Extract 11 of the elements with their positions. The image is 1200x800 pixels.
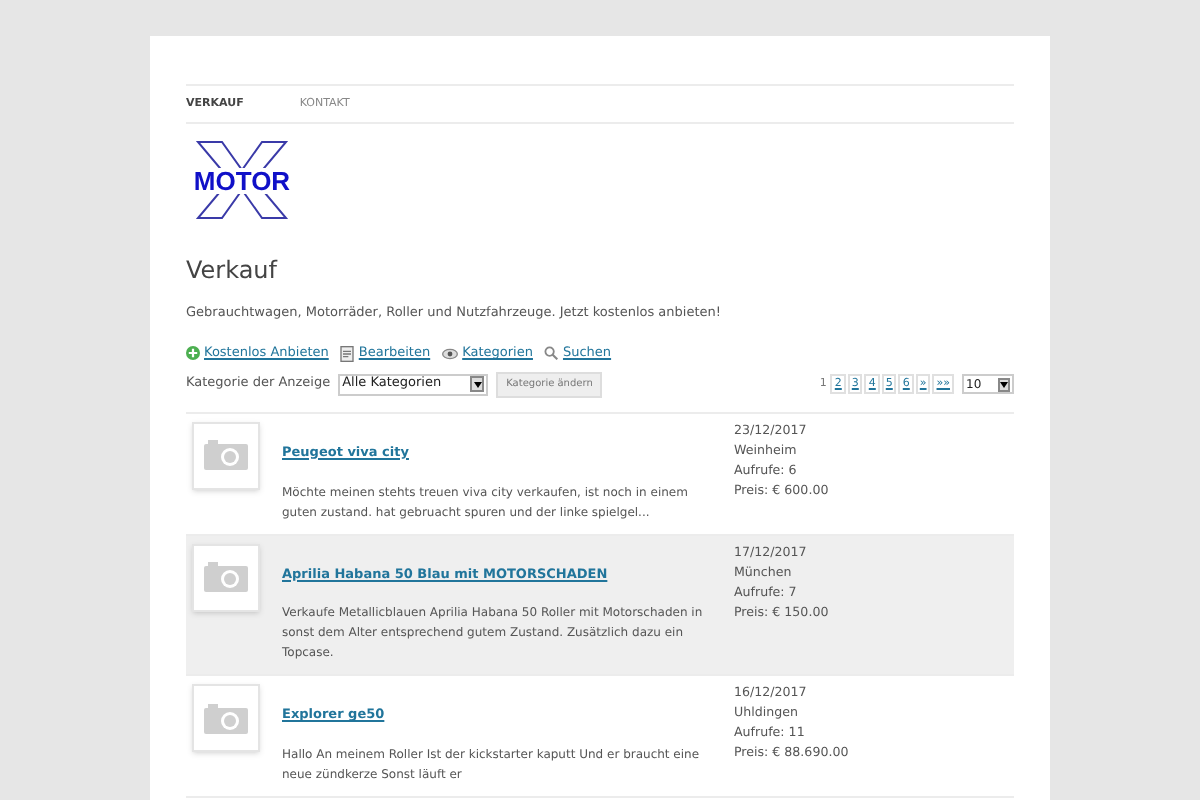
page-heading: Verkauf [186, 254, 280, 289]
plus-icon [186, 346, 200, 361]
dropdown-icon [470, 376, 485, 393]
dropdown-icon [998, 377, 1010, 392]
eye-icon [442, 347, 459, 360]
logo-text: MOTOR [193, 167, 291, 194]
camera-icon [204, 562, 248, 592]
document-icon [340, 345, 355, 362]
camera-icon [204, 440, 248, 471]
search-icon [544, 346, 559, 361]
camera-icon [204, 703, 248, 734]
